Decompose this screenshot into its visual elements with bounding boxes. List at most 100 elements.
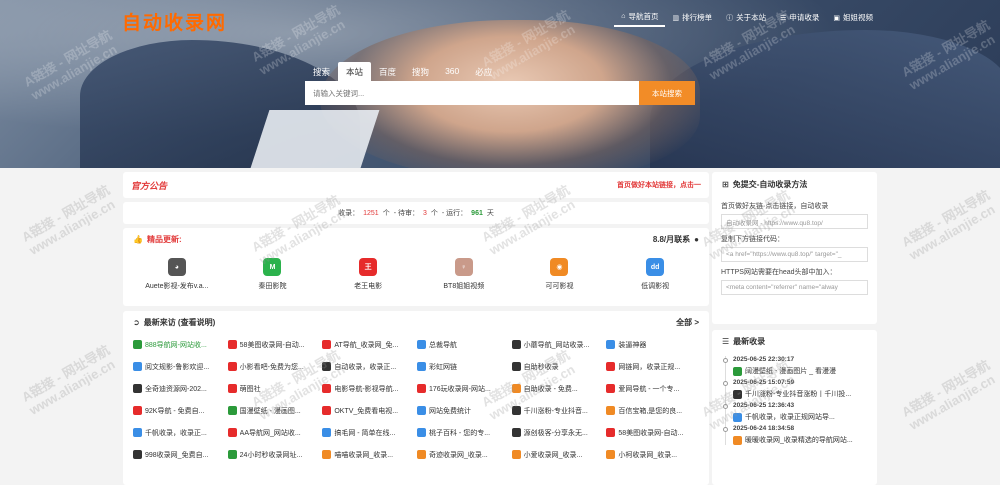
visit-link-text: 888导航网-网站收... — [145, 341, 207, 349]
visit-link-text: 装逼神器 — [618, 341, 647, 349]
nav-item-0[interactable]: ⌂ 导航首页 — [614, 8, 666, 27]
search-tab-1[interactable]: 本站 — [338, 62, 372, 83]
visit-link[interactable]: 奇迹收录网_收录... — [416, 445, 510, 464]
visits-title-text[interactable]: 最新来访 (查看说明) — [144, 317, 216, 328]
visit-link[interactable]: 58美图收录网-自动... — [227, 335, 321, 354]
visit-link[interactable]: 自动收录，收录正... — [322, 357, 415, 376]
featured-item[interactable]: ♀ BT8姐姐视频 — [424, 258, 504, 291]
visit-link[interactable]: 装逼神器 — [606, 335, 699, 354]
submit-header: ⊞ 免提交-自动收录方法 — [712, 172, 877, 196]
timeline-link[interactable]: 暖暖收录网_收录精选的导航网站... — [733, 435, 868, 445]
visit-link[interactable]: 998收录网_免费自... — [133, 445, 226, 464]
visit-link[interactable]: 爱网导航 - 一个专... — [606, 379, 699, 398]
featured-item[interactable]: M 秦田影院 — [232, 258, 312, 291]
visit-link[interactable]: 总裁导航 — [416, 335, 510, 354]
visit-link[interactable]: 彩虹网链 — [416, 357, 510, 376]
watermark-text: A链接 - 网址导航 www.alianjie.cn — [899, 187, 1000, 262]
visit-link[interactable]: 国漫壁纸 - 漫画图... — [227, 401, 321, 420]
search-tab-2[interactable]: 百度 — [371, 62, 404, 83]
visit-link[interactable]: 桃子百科 - 您的专... — [416, 423, 510, 442]
site-logo[interactable]: 自动收录网 — [122, 8, 227, 35]
visit-link[interactable]: 小蘑导航_网站收录... — [511, 335, 605, 354]
site-favicon-icon — [227, 406, 237, 415]
visit-link[interactable]: 自助秒收录 — [511, 357, 605, 376]
watermark-line: www.alianjie.cn — [906, 371, 998, 433]
visit-link-text: 全奇迪资源网-202... — [145, 385, 207, 393]
stats-days-label: - 运行： — [441, 210, 468, 217]
timeline-link[interactable]: 千帆收录，收录正规网站导... — [733, 412, 868, 422]
visit-link[interactable]: 萌图社 — [227, 379, 321, 398]
visits-more-link[interactable]: 全部 > — [676, 317, 699, 328]
stats-unit: 个 — [382, 210, 390, 217]
site-favicon-icon — [227, 340, 237, 349]
visit-link[interactable]: 176玩收录网-网站... — [416, 379, 510, 398]
visit-link-text: 小蘑导航_网站收录... — [523, 341, 590, 349]
site-favicon-icon — [606, 406, 616, 415]
featured-item[interactable]: dd 低调影视 — [615, 258, 695, 291]
link-code-field[interactable]: <a href="https://www.qu8.top/" target="_ — [721, 247, 868, 262]
submit-step-2: 复制下方链接代码： — [721, 236, 784, 243]
featured-list: ◕ Auete影视-发布v.a... M 秦田影院 王老王电影 ♀ BT8姐姐视频 ◉ 可可影视… — [123, 250, 709, 291]
wang-icon: 王 — [359, 258, 378, 276]
site-favicon-icon — [133, 362, 142, 371]
visit-link[interactable]: 千帆收录，收录正... — [133, 423, 226, 442]
search-tab-5[interactable]: 必应 — [467, 62, 500, 83]
featured-item-name: 可可影视 — [545, 283, 574, 290]
visit-link[interactable]: OKTV_免费看电视... — [322, 401, 415, 420]
visit-link[interactable]: 网站免费统计 — [416, 401, 510, 420]
timeline-time: 2025-06-24 18:34:58 — [733, 425, 795, 432]
timeline-link-text: 千川涨粉-专业抖音涨粉丨千川投... — [745, 391, 852, 398]
submit-step-3: HTTPS网站需要在head头部中加入： — [721, 269, 837, 276]
visit-link[interactable]: 小爱收录网_收录... — [511, 445, 605, 464]
visit-link[interactable]: 千川涨粉-专业抖音... — [511, 401, 605, 420]
hero-banner: 自动收录网 ⌂ 导航首页 ▥ 排行榜单 ⓘ 关于本站 ☰ 申请收录 ▣ 姐姐视频 搜索 本站 百度 搜狗… — [0, 0, 1000, 168]
site-link-field[interactable]: 自动收录网 - https://www.qu8.top/ — [721, 214, 868, 229]
nav-item-2[interactable]: ⓘ 关于本站 — [719, 8, 773, 27]
watermark-line: www.alianjie.cn — [26, 356, 118, 418]
featured-contact[interactable]: 8.8/月联系 ● — [653, 234, 699, 245]
nav-item-4[interactable]: ▣ 姐姐视频 — [826, 8, 880, 27]
visit-link[interactable]: 阅文规影-鲁影欢迎... — [133, 357, 226, 376]
meta-code-field[interactable]: <meta content="referrer" name="alway — [721, 280, 868, 295]
site-favicon-icon — [733, 366, 742, 376]
cat-icon: ◕ — [167, 258, 186, 276]
featured-panel: 👍 精品更新: 8.8/月联系 ● ◕ Auete影视-发布v.a... M 秦田影院… — [123, 228, 709, 306]
featured-item[interactable]: ◉ 可可影视 — [519, 258, 599, 291]
visit-link[interactable]: 小柯收录网_收录... — [606, 445, 699, 464]
search-tab-0[interactable]: 搜索 — [305, 62, 338, 83]
visit-link[interactable]: 58美图收录网-自动... — [606, 423, 699, 442]
featured-item[interactable]: 王老王电影 — [328, 258, 408, 291]
featured-item[interactable]: ◕ Auete影视-发布v.a... — [137, 258, 217, 291]
visit-link[interactable]: 源创极客-分享永无... — [511, 423, 605, 442]
visit-link[interactable]: 自助收录 - 免费... — [511, 379, 605, 398]
visit-link[interactable]: 92K导航 - 免费自... — [133, 401, 226, 420]
announcement-tag: 官方公告 — [131, 180, 168, 191]
visit-link-text: 搞毛网 - 简单在线... — [334, 429, 396, 437]
visit-link[interactable]: 网链网，收录正规... — [606, 357, 699, 376]
search-input[interactable] — [305, 81, 639, 105]
visit-link[interactable]: 搞毛网 - 简单在线... — [322, 423, 415, 442]
visits-header: ➲ 最新来访 (查看说明) 全部 > — [123, 311, 709, 333]
timeline-dot-icon — [723, 381, 728, 386]
visit-link[interactable]: 24小时秒收录网址... — [227, 445, 321, 464]
visit-link[interactable]: 888导航网-网站收... — [133, 335, 226, 354]
nav-item-1[interactable]: ▥ 排行榜单 — [665, 8, 719, 27]
visit-link[interactable]: 电影导航-影视导航... — [322, 379, 415, 398]
search-tab-4[interactable]: 360 — [437, 62, 467, 83]
watermark-line: A链接 - 网址导航 — [899, 357, 993, 420]
featured-item-name: BT8姐姐视频 — [443, 283, 485, 290]
visit-link[interactable]: 全奇迪资源网-202... — [133, 379, 226, 398]
site-favicon-icon — [133, 406, 142, 415]
timeline-link[interactable]: 千川涨粉-专业抖音涨粉丨千川投... — [733, 389, 868, 399]
visit-link[interactable]: AT导航_收录网_免... — [322, 335, 415, 354]
watermark-line: www.alianjie.cn — [26, 196, 118, 258]
visit-link[interactable]: AA导航网_网站收... — [227, 423, 321, 442]
visit-link[interactable]: 百信宝箱,是您的良... — [606, 401, 699, 420]
timeline-link[interactable]: 阔漫壁纸 - 漫画图片 _ 看漫漫 — [733, 366, 868, 376]
search-tab-3[interactable]: 搜狗 — [404, 62, 437, 83]
visit-link[interactable]: 喵喵收录网_收录... — [322, 445, 415, 464]
visit-link[interactable]: 小影看吧-免费为您... — [227, 357, 321, 376]
nav-item-3[interactable]: ☰ 申请收录 — [773, 8, 826, 27]
search-button[interactable]: 本站搜索 — [639, 81, 695, 105]
announcement-message[interactable]: 首页做好本站链接，点击一 — [617, 180, 701, 190]
